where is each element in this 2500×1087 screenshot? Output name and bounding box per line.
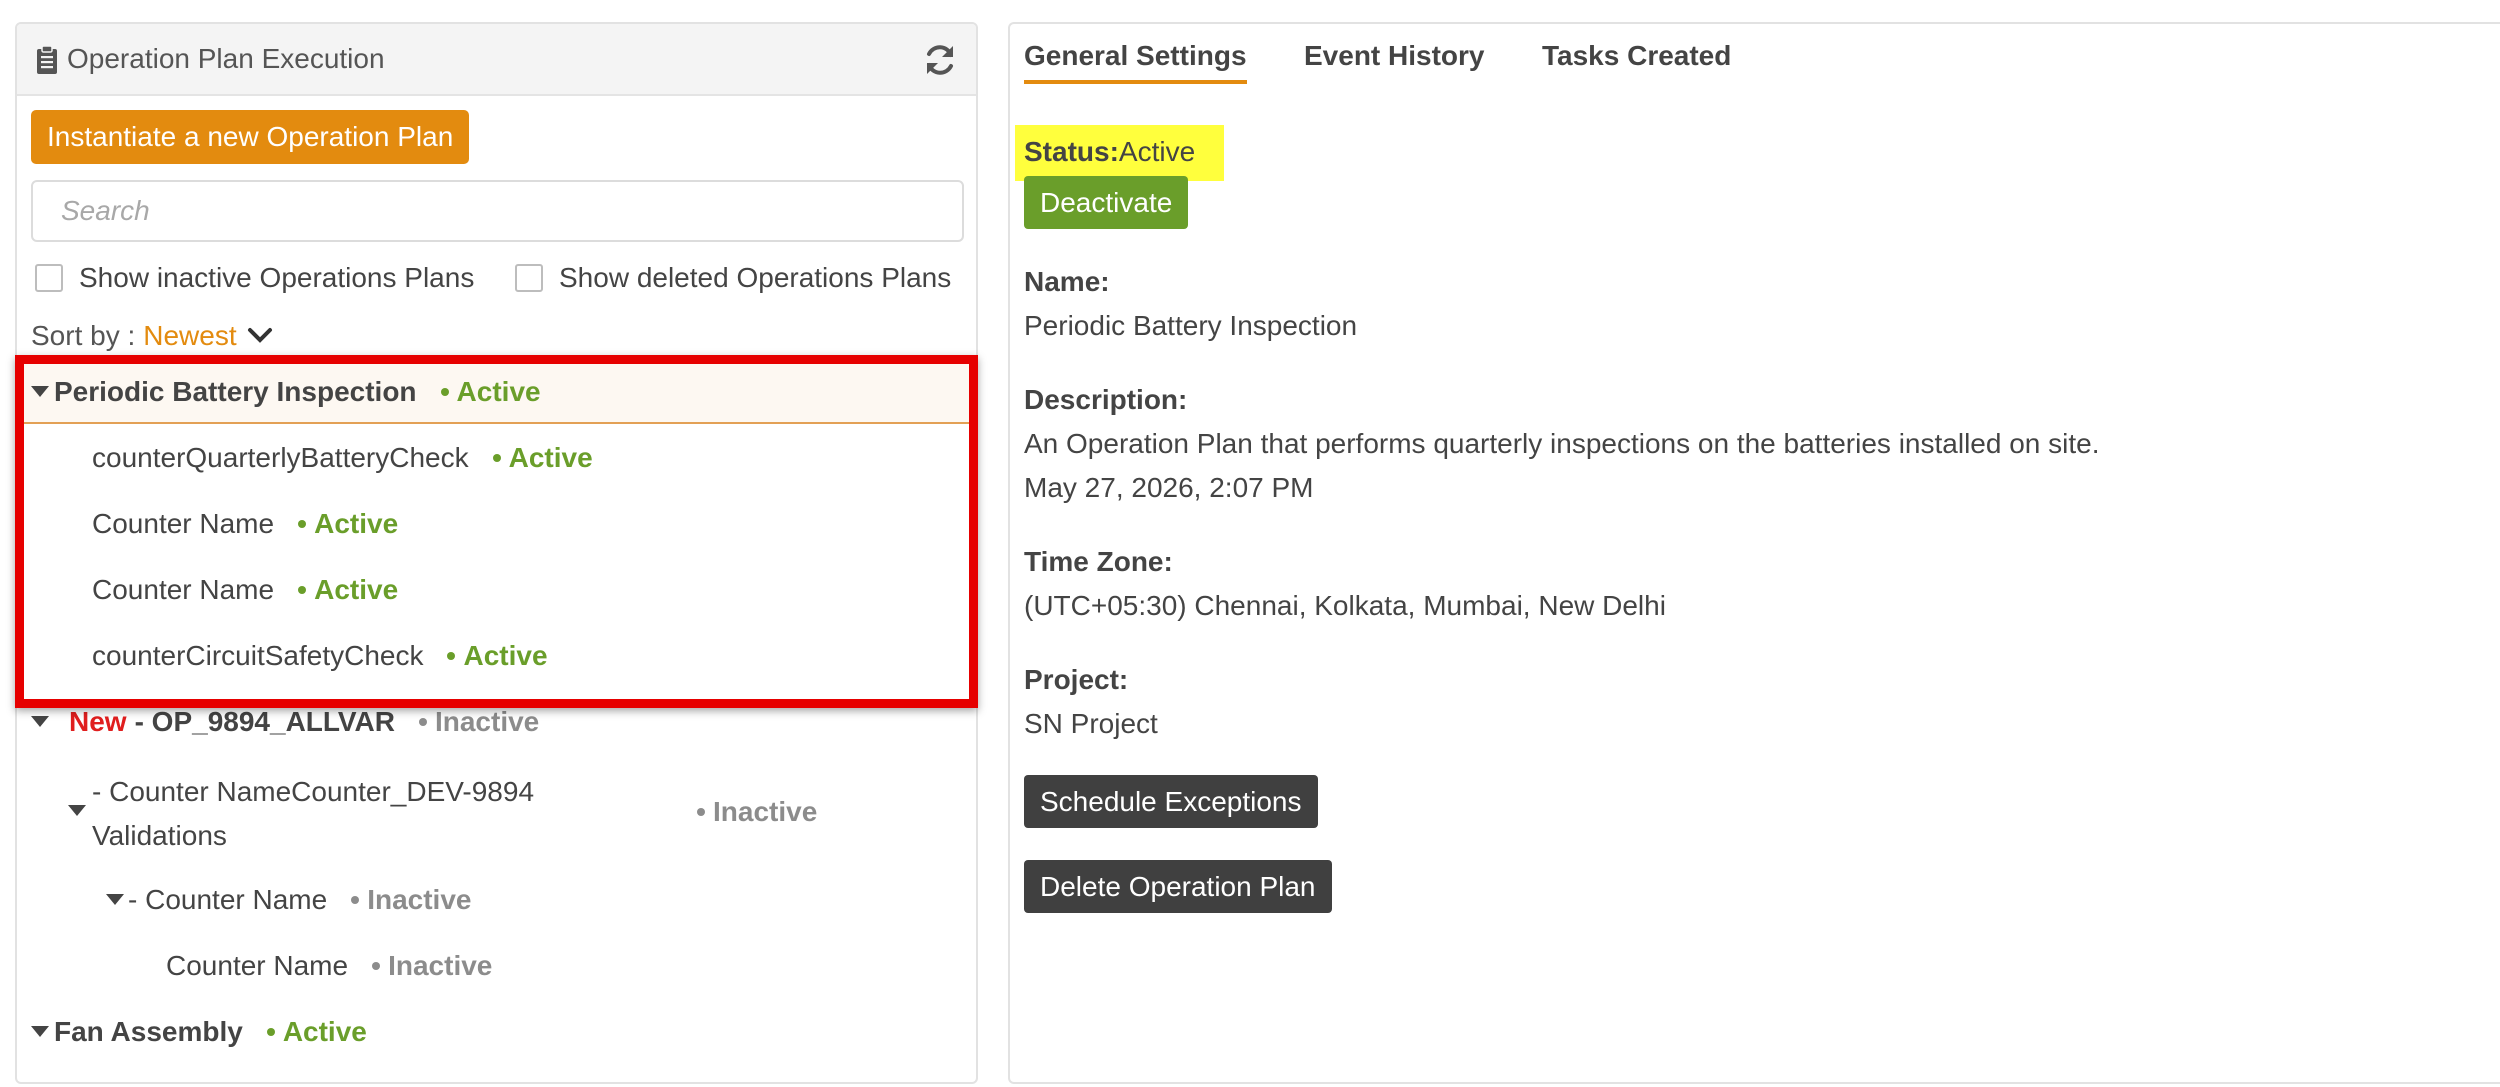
caret-down-icon[interactable]	[31, 386, 49, 398]
sort-control: Sort by : Newest	[31, 320, 273, 352]
status-value: Active	[1118, 136, 1196, 167]
status-dot	[697, 808, 705, 816]
sort-label: Sort by :	[31, 320, 136, 351]
caret-down-icon[interactable]	[106, 894, 124, 906]
instantiate-operation-plan-button[interactable]: Instantiate a new Operation Plan	[31, 110, 470, 164]
sort-value[interactable]: Newest	[143, 320, 236, 352]
show-inactive-label: Show inactive Operations Plans	[79, 262, 475, 293]
status-dot	[372, 962, 381, 970]
status-badge: Active	[298, 574, 398, 606]
counter-name: - Counter Name	[128, 884, 328, 915]
counter-name: Counter Name	[92, 508, 275, 539]
counter-group-status: Inactive	[697, 790, 817, 834]
status-badge: Active	[492, 442, 593, 474]
status-line: Status:Active	[1024, 136, 1195, 168]
name-label: Name:	[1024, 266, 1110, 297]
status-text: Inactive	[434, 706, 540, 737]
schedule-exceptions-button[interactable]: Schedule Exceptions	[1024, 775, 1318, 828]
details-panel	[1008, 22, 2500, 1084]
status-badge: Active	[266, 1016, 367, 1048]
counter-group-name: - Counter NameCounter_DEV-9894	[92, 776, 535, 807]
status-dot	[492, 454, 501, 462]
status-dot	[266, 1028, 275, 1036]
status-dot	[418, 718, 427, 726]
created-date: May 27, 2026, 2:07 PM	[1024, 472, 1314, 503]
panel-title: Operation Plan Execution	[67, 43, 385, 74]
status-dot	[447, 652, 456, 660]
status-badge: Inactive	[418, 706, 540, 738]
show-inactive-checkbox[interactable]	[35, 264, 63, 292]
delete-operation-plan-button[interactable]: Delete Operation Plan	[1024, 860, 1332, 913]
status-dot	[351, 896, 360, 904]
refresh-icon[interactable]	[922, 42, 958, 78]
tree-row-plan[interactable]: New - OP_9894_ALLVAR Inactive	[31, 700, 539, 744]
tab-general-settings[interactable]: General Settings	[1024, 40, 1247, 84]
status-dot	[298, 520, 307, 528]
tree-row-counter[interactable]: counterQuarterlyBatteryCheck Active	[92, 436, 593, 480]
status-text: Active	[314, 574, 399, 605]
clipboard-icon	[37, 45, 57, 74]
timezone-label: Time Zone:	[1024, 546, 1173, 577]
status-badge: Active	[447, 640, 548, 672]
name-value: Periodic Battery Inspection	[1024, 310, 1358, 341]
show-deleted-label: Show deleted Operations Plans	[559, 262, 952, 293]
show-deleted-option: Show deleted Operations Plans	[515, 262, 951, 294]
caret-down-icon[interactable]	[68, 805, 86, 817]
status-text: Inactive	[388, 950, 493, 981]
timezone-value: (UTC+05:30) Chennai, Kolkata, Mumbai, Ne…	[1024, 590, 1666, 621]
panel-header: Operation Plan Execution	[17, 24, 976, 96]
status-label: Status:	[1024, 136, 1119, 167]
search-input[interactable]	[31, 180, 964, 242]
tree-row-plan[interactable]: Fan Assembly Active	[31, 1010, 367, 1054]
plan-name: Fan Assembly	[54, 1016, 243, 1047]
tree-row-counter-group[interactable]: - Counter NameCounter_DEV-9894 Validatio…	[92, 770, 534, 858]
status-badge: Active	[440, 376, 541, 408]
counter-group-name-cont: Validations	[92, 820, 227, 851]
tree-row-counter[interactable]: counterCircuitSafetyCheck Active	[92, 634, 548, 678]
plan-name: - OP_9894_ALLVAR	[134, 706, 395, 737]
status-badge: Inactive	[697, 796, 817, 828]
counter-name: counterCircuitSafetyCheck	[92, 640, 424, 671]
counter-name: counterQuarterlyBatteryCheck	[92, 442, 469, 473]
tree-row-counter[interactable]: Counter Name Active	[92, 502, 398, 546]
description-label: Description:	[1024, 384, 1188, 415]
chevron-down-icon[interactable]	[247, 327, 273, 345]
project-label: Project:	[1024, 664, 1129, 695]
tab-event-history[interactable]: Event History	[1304, 40, 1485, 72]
status-text: Active	[508, 442, 593, 473]
show-inactive-option: Show inactive Operations Plans	[35, 262, 474, 294]
status-text: Active	[282, 1016, 367, 1047]
status-text: Inactive	[367, 884, 472, 915]
caret-down-icon[interactable]	[31, 1026, 49, 1038]
description-value: An Operation Plan that performs quarterl…	[1024, 428, 2100, 459]
counter-name: Counter Name	[166, 950, 349, 981]
status-text: Active	[314, 508, 399, 539]
counter-name: Counter Name	[92, 574, 275, 605]
tree-row-counter[interactable]: Counter Name Inactive	[166, 944, 492, 988]
status-text: Active	[463, 640, 548, 671]
status-dot	[440, 388, 449, 396]
new-tag: New	[69, 706, 127, 737]
plan-name: Periodic Battery Inspection	[54, 376, 417, 407]
status-badge: Inactive	[351, 884, 471, 916]
show-deleted-checkbox[interactable]	[515, 264, 543, 292]
status-text: Active	[456, 376, 541, 407]
tab-tasks-created[interactable]: Tasks Created	[1542, 40, 1731, 72]
deactivate-button[interactable]: Deactivate	[1024, 176, 1189, 229]
status-badge: Active	[298, 508, 398, 540]
project-value: SN Project	[1024, 708, 1158, 739]
tree-row-counter[interactable]: - Counter Name Inactive	[106, 878, 471, 922]
tree-row-plan[interactable]: Periodic Battery Inspection Active	[31, 370, 541, 414]
status-text: Inactive	[713, 796, 818, 827]
status-badge: Inactive	[372, 950, 492, 982]
tree-row-counter[interactable]: Counter Name Active	[92, 568, 398, 612]
status-dot	[298, 586, 307, 594]
caret-down-icon[interactable]	[31, 716, 49, 728]
